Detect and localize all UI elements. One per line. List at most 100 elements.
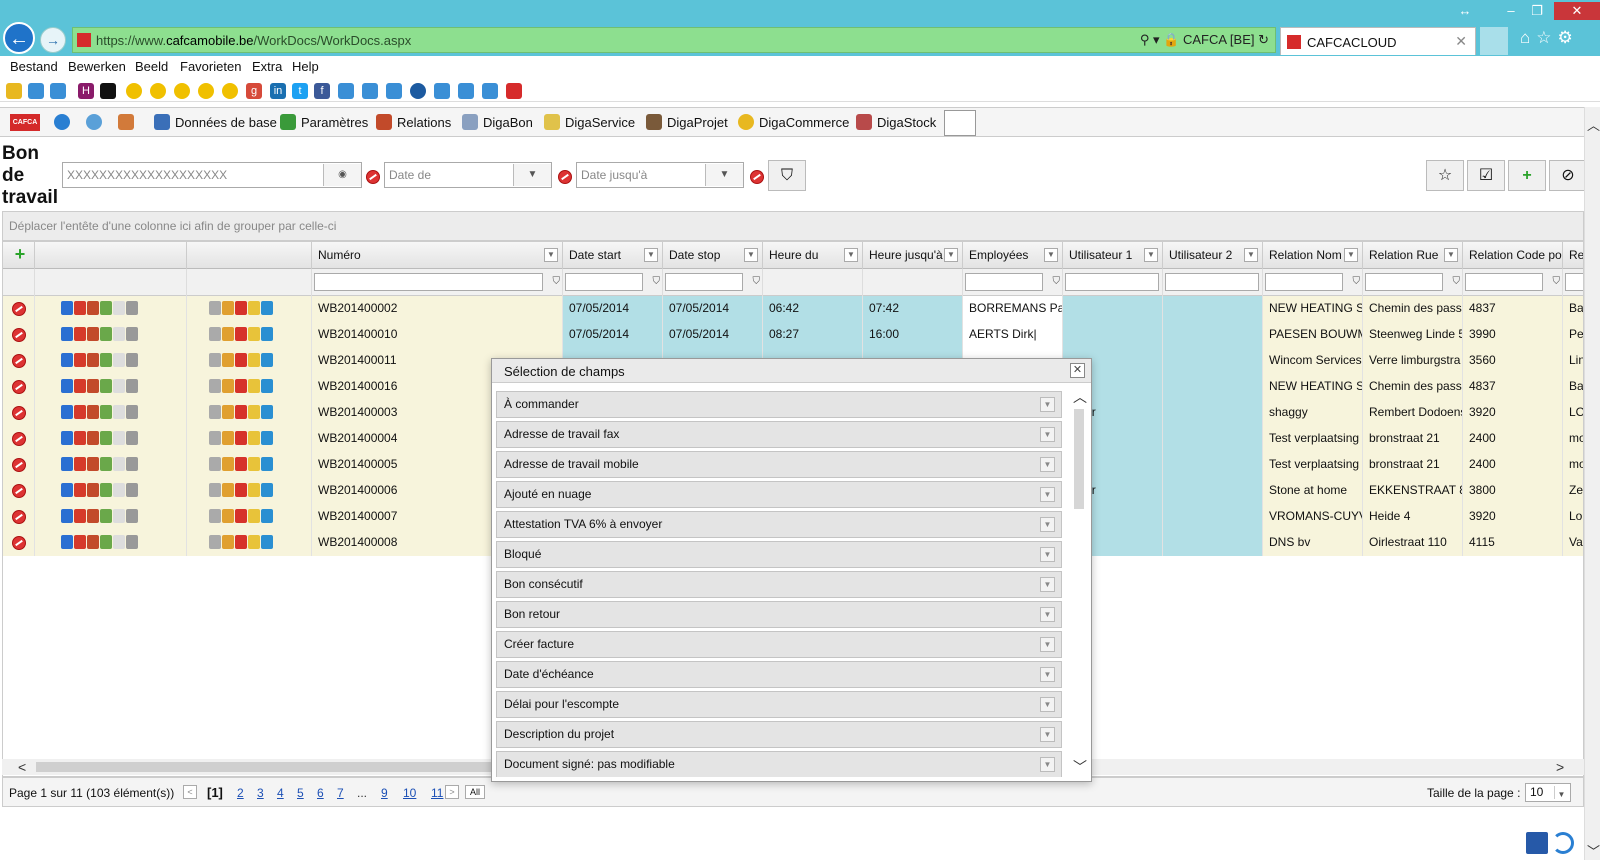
action-icon[interactable] — [61, 327, 73, 341]
cell-rel[interactable]: Val — [1563, 530, 1583, 556]
close-icon[interactable]: ✕ — [1070, 363, 1085, 378]
filter-input[interactable] — [1565, 273, 1583, 291]
status-icon[interactable] — [235, 535, 247, 549]
row-action-icons[interactable] — [61, 457, 139, 473]
cell-util2[interactable] — [1163, 504, 1263, 530]
field-option[interactable]: Date d'échéance ▼ — [496, 661, 1062, 688]
chevron-down-icon[interactable]: ▼ — [1040, 757, 1055, 772]
row-status-icons[interactable] — [209, 327, 274, 343]
status-icon[interactable] — [261, 301, 273, 315]
action-icon[interactable] — [61, 405, 73, 419]
action-icon[interactable] — [100, 353, 112, 367]
cell-rel[interactable]: Pee — [1563, 322, 1583, 348]
ie-link-icon[interactable] — [338, 83, 354, 99]
save-icon[interactable] — [1526, 832, 1548, 854]
cell-util2[interactable] — [1163, 374, 1263, 400]
cell-rel[interactable]: Lin — [1563, 348, 1583, 374]
action-icon[interactable] — [74, 405, 86, 419]
restore-size-icon[interactable]: ↔ — [1448, 2, 1482, 20]
cell-rel-nom[interactable]: DNS bv — [1263, 530, 1363, 556]
scrollbar-thumb[interactable] — [1074, 409, 1084, 509]
undo-icon[interactable] — [1552, 832, 1574, 854]
flag-link-icon[interactable] — [100, 83, 116, 99]
action-icon[interactable] — [113, 431, 125, 445]
cell-rel-nom[interactable]: PAESEN BOUWMA — [1263, 322, 1363, 348]
row-status-icons[interactable] — [209, 509, 274, 525]
cell-rel-rue[interactable]: Chemin des passe — [1363, 296, 1463, 322]
status-icon[interactable] — [209, 509, 221, 523]
action-icon[interactable] — [113, 405, 125, 419]
cell-rel-rue[interactable]: Verre limburgstra — [1363, 348, 1463, 374]
field-option[interactable]: Description du projet ▼ — [496, 721, 1062, 748]
date-to-dropdown[interactable]: ▼ — [705, 164, 743, 186]
cell-rel-code[interactable]: 4115 — [1463, 530, 1563, 556]
cell-heure-jusqua[interactable]: 07:42 — [863, 296, 963, 322]
action-icon[interactable] — [61, 535, 73, 549]
status-icon[interactable] — [235, 327, 247, 341]
filter-icon[interactable]: ⛉ — [1353, 276, 1361, 287]
cell-util2[interactable] — [1163, 296, 1263, 322]
status-icon[interactable] — [261, 483, 273, 497]
action-icon[interactable] — [100, 405, 112, 419]
add-row-header[interactable]: + — [3, 242, 35, 269]
status-icon[interactable] — [248, 483, 260, 497]
field-option[interactable]: Délai pour l'escompte ▼ — [496, 691, 1062, 718]
pager-page-link[interactable]: 6 — [317, 786, 324, 800]
cell-rel-nom[interactable]: Test verplaatsing — [1263, 426, 1363, 452]
status-icon[interactable] — [248, 431, 260, 445]
site-info[interactable]: ⚲ ▾ 🔒 CAFCA [BE] ↻ — [1140, 32, 1269, 48]
action-icon[interactable] — [87, 301, 99, 315]
action-icon[interactable] — [74, 379, 86, 393]
chevron-down-icon[interactable]: ▼ — [1040, 697, 1055, 712]
status-icon[interactable] — [222, 379, 234, 393]
status-icon[interactable] — [235, 457, 247, 471]
status-icon[interactable] — [235, 353, 247, 367]
cell-rel-rue[interactable]: Oirlestraat 110 — [1363, 530, 1463, 556]
pager-page-link[interactable]: 10 — [403, 786, 416, 800]
cell-rel[interactable]: mo — [1563, 452, 1583, 478]
delete-row-icon[interactable] — [12, 458, 26, 472]
cell-util2[interactable] — [1163, 530, 1263, 556]
filter-input[interactable] — [665, 273, 743, 291]
cell-rel-nom[interactable]: Test verplaatsing — [1263, 452, 1363, 478]
column-header-heure-jusqua[interactable]: Heure jusqu'à ▼ — [863, 242, 963, 269]
clear-date-from-icon[interactable] — [558, 170, 572, 184]
action-icon[interactable] — [87, 483, 99, 497]
status-icon[interactable] — [261, 405, 273, 419]
favorite-star-button[interactable]: ☆ — [1426, 160, 1464, 191]
forward-button[interactable]: → — [40, 27, 66, 53]
action-icon[interactable] — [74, 535, 86, 549]
action-icon[interactable] — [126, 483, 138, 497]
checklist-button[interactable] — [944, 110, 976, 136]
field-option[interactable]: Adresse de travail fax ▼ — [496, 421, 1062, 448]
delete-row-icon[interactable] — [12, 302, 26, 316]
field-option[interactable]: Ajouté en nuage ▼ — [496, 481, 1062, 508]
filter-utilisateur-2[interactable] — [1163, 269, 1263, 296]
chevron-down-icon[interactable]: ▼ — [1040, 667, 1055, 682]
speed-link-icon[interactable] — [222, 83, 238, 99]
cell-util2[interactable] — [1163, 478, 1263, 504]
row-status-icons[interactable] — [209, 457, 274, 473]
cell-rel-code[interactable]: 4837 — [1463, 374, 1563, 400]
status-icon[interactable] — [248, 535, 260, 549]
row-status-icons[interactable] — [209, 431, 274, 447]
add-row-icon[interactable]: + — [12, 245, 28, 263]
cell-rel-rue[interactable]: Heide 4 — [1363, 504, 1463, 530]
cell-rel[interactable]: mo — [1563, 426, 1583, 452]
cell-rel-code[interactable]: 2400 — [1463, 426, 1563, 452]
column-header-relation-code[interactable]: Relation Code pos — [1463, 242, 1563, 269]
filter-relation-code[interactable]: ⛉ — [1463, 269, 1563, 296]
status-icon[interactable] — [222, 509, 234, 523]
delete-row-icon[interactable] — [12, 328, 26, 342]
menu-help[interactable]: Help — [292, 59, 319, 74]
column-menu-icon[interactable]: ▼ — [844, 248, 858, 262]
action-icon[interactable] — [113, 535, 125, 549]
action-icon[interactable] — [61, 379, 73, 393]
row-status-icons[interactable] — [209, 535, 274, 551]
action-icon[interactable] — [87, 509, 99, 523]
address-bar[interactable]: https://www.cafcamobile.be/WorkDocs/Work… — [72, 27, 1276, 53]
cancel-action-button[interactable]: ⊘ — [1549, 160, 1587, 191]
column-header-rel[interactable]: Rel — [1563, 242, 1583, 269]
filter-relation-nom[interactable]: ⛉ — [1263, 269, 1363, 296]
chevron-down-icon[interactable]: ▼ — [1040, 607, 1055, 622]
